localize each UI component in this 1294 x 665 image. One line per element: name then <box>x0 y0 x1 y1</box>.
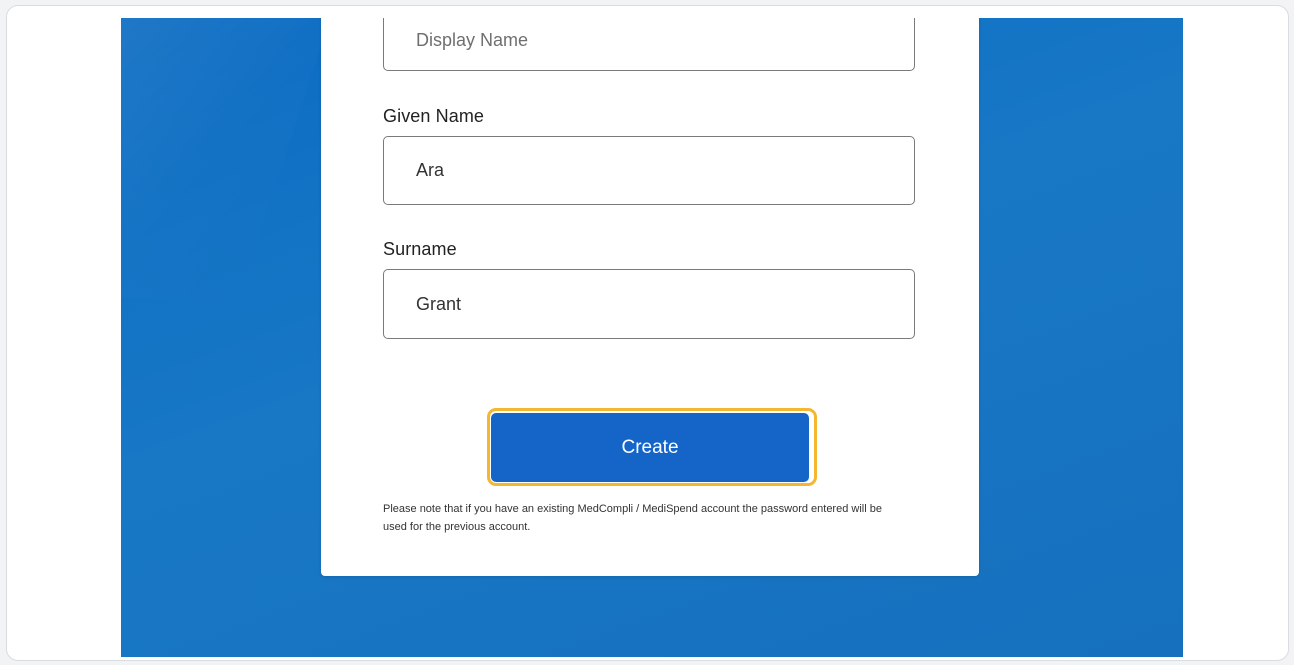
surname-input[interactable] <box>383 269 915 339</box>
given-name-label: Given Name <box>383 106 485 126</box>
given-name-input[interactable] <box>383 136 915 205</box>
page-background: Given Name Surname Create Please note th… <box>121 18 1183 657</box>
surname-label: Surname <box>383 239 457 259</box>
create-button[interactable]: Create <box>491 413 809 482</box>
background-sheen <box>121 18 343 298</box>
display-name-input[interactable] <box>383 18 915 71</box>
account-note: Please note that if you have an existing… <box>383 503 882 533</box>
browser-frame: Given Name Surname Create Please note th… <box>6 5 1289 661</box>
signup-card: Given Name Surname Create Please note th… <box>321 18 979 576</box>
